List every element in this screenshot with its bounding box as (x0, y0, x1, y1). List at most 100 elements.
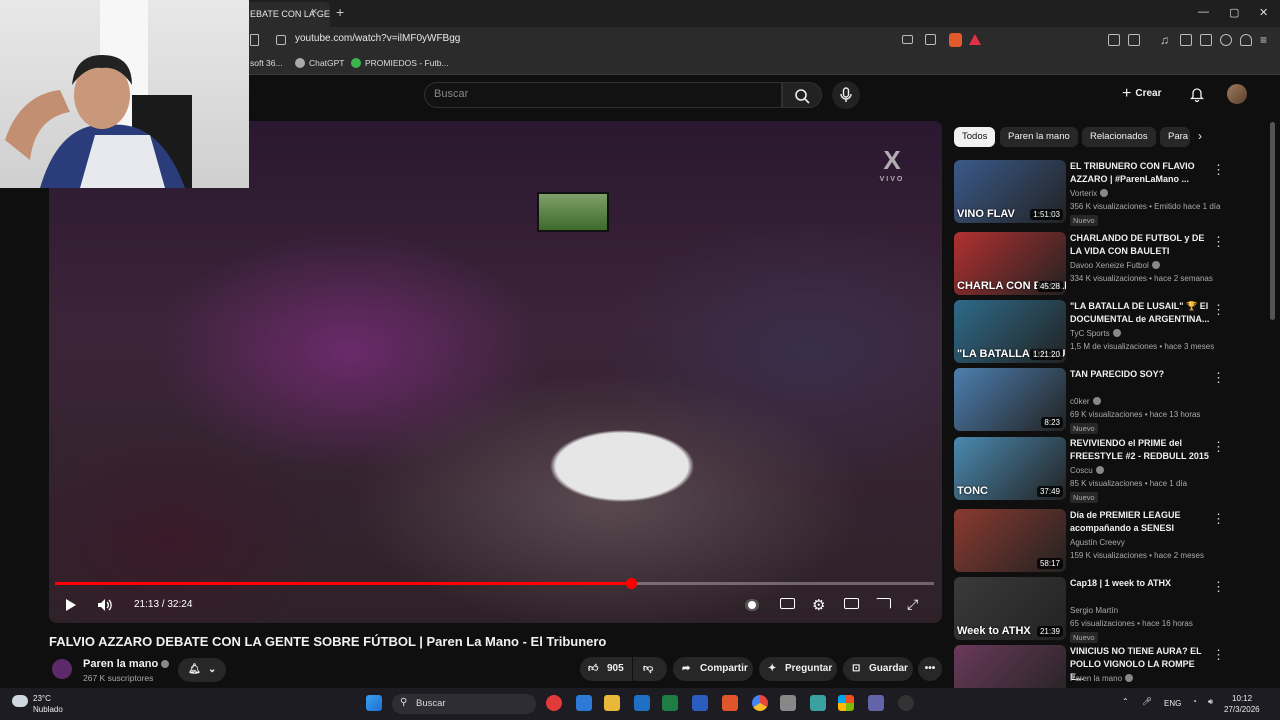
video-thumbnail[interactable]: VINO FLAV 1:51:03 (954, 160, 1066, 223)
weather-desc[interactable]: Nublado (33, 705, 63, 714)
voice-search-button[interactable] (832, 81, 860, 109)
chip-paren-la-mano[interactable]: Paren la mano (1000, 127, 1078, 147)
outlook-icon[interactable] (634, 695, 650, 711)
recommendation-title[interactable]: Día de PREMIER LEAGUE acompañando a SENE… (1070, 509, 1210, 535)
recommendation-title[interactable]: TAN PARECIDO SOY? (1070, 368, 1210, 381)
taskbar-search[interactable] (392, 694, 536, 714)
fullscreen-button[interactable]: ⤢ (907, 596, 918, 613)
share-button[interactable]: ➦ Compartir (673, 657, 753, 681)
speaker-icon[interactable]: 🔊︎ (1208, 697, 1213, 707)
more-vert-icon[interactable]: ⋮ (1212, 234, 1225, 250)
bookmark-icon[interactable] (250, 34, 259, 46)
chip-para[interactable]: Para (1160, 127, 1190, 147)
recommendation-title[interactable]: REVIVIENDO el PRIME del FREESTYLE #2 - R… (1070, 437, 1210, 463)
wifi-icon[interactable]: ◔ (1192, 697, 1197, 706)
vscode-icon[interactable] (576, 695, 592, 711)
brave-icon[interactable] (722, 695, 738, 711)
like-button[interactable]: 👍︎ 905 (580, 657, 632, 681)
recommendation-item[interactable]: 8:23 TAN PARECIDO SOY? c0ker 69 K visualiza… (954, 368, 1264, 434)
app-icon[interactable] (780, 695, 796, 711)
search-input[interactable]: Buscar (434, 88, 468, 100)
microsoft-store-icon[interactable] (838, 695, 854, 711)
language-indicator[interactable]: ENG (1164, 699, 1181, 708)
microphone-icon[interactable]: 🎤︎ (1142, 697, 1152, 706)
create-button[interactable]: + Crear (1122, 82, 1176, 106)
video-thumbnail[interactable]: "LA BATALLA DE LUSAIL" EL DOCUMEN1:21:20 (954, 300, 1066, 363)
recommendation-channel[interactable]: c0ker (1070, 397, 1101, 406)
recommendation-item[interactable]: 58:17 Día de PREMIER LEAGUE acompañando a… (954, 509, 1264, 573)
more-vert-icon[interactable]: ⋮ (1212, 370, 1225, 386)
clock-date[interactable]: 27/3/2026 (1224, 705, 1260, 714)
bookmark-microsoft[interactable]: soft 36... (250, 58, 283, 68)
recommendation-channel[interactable]: Vorterix (1070, 189, 1109, 198)
vpn-icon[interactable] (1240, 34, 1252, 46)
sidebar-icon[interactable] (1180, 34, 1192, 46)
recommendation-item[interactable]: Week to ATHX 21:39 Cap18 | 1 week to ATHX S… (954, 577, 1264, 643)
recommendation-channel[interactable]: Agustín Creevy (1070, 538, 1125, 547)
miniplayer-button[interactable] (844, 598, 859, 609)
bookmark-promiedos[interactable]: PROMIEDOS - Futb... (351, 58, 449, 68)
save-button[interactable]: ⊡ Guardar (843, 657, 913, 681)
recommendation-title[interactable]: EL TRIBUNERO CON FLAVIO AZZARO | #ParenL… (1070, 160, 1210, 186)
more-vert-icon[interactable]: ⋮ (1212, 647, 1225, 663)
brave-rewards-icon[interactable] (969, 34, 981, 45)
account-avatar[interactable] (1227, 84, 1247, 104)
recommendation-item[interactable]: VINO FLAV 1:51:03 EL TRIBUNERO CON FLAVIO … (954, 160, 1264, 226)
recommendation-channel[interactable]: Davoo Xeneize Futbol (1070, 261, 1160, 270)
recommendation-channel[interactable]: TyC Sports (1070, 329, 1121, 338)
more-vert-icon[interactable]: ⋮ (1212, 579, 1225, 595)
recommendation-channel[interactable]: Coscu (1070, 466, 1104, 475)
dislike-button[interactable]: 👎︎ (633, 657, 667, 681)
video-thumbnail[interactable]: TONC 37:49 (954, 437, 1066, 500)
terminal-icon[interactable] (810, 695, 826, 711)
excel-icon[interactable] (662, 695, 678, 711)
chevron-up-icon[interactable]: ⌃ (1122, 697, 1129, 706)
new-tab-button[interactable]: + (336, 4, 344, 20)
music-icon[interactable]: ♫ (1160, 34, 1172, 46)
notifications-button[interactable] (1189, 86, 1205, 103)
recommendation-channel[interactable]: Sergio Martín (1070, 606, 1118, 615)
more-vert-icon[interactable]: ⋮ (1212, 439, 1225, 455)
reader-icon[interactable] (1200, 34, 1212, 46)
url-input[interactable]: youtube.com/watch?v=ilMF0yWFBgg (295, 33, 460, 44)
channel-name[interactable]: Paren la mano (83, 658, 170, 670)
teams-icon[interactable] (868, 695, 884, 711)
search-box[interactable] (424, 82, 782, 108)
video-thumbnail[interactable]: Week to ATHX 21:39 (954, 577, 1066, 640)
menu-icon[interactable]: ≡ (1260, 33, 1267, 47)
more-vert-icon[interactable]: ⋮ (1212, 302, 1225, 318)
recommendation-title[interactable]: CHARLANDO DE FUTBOL y DE LA VIDA CON BAU… (1070, 232, 1210, 258)
chrome-icon[interactable] (752, 695, 768, 711)
weather-temp[interactable]: 23°C (33, 694, 51, 703)
share-page-icon[interactable] (925, 34, 936, 45)
app-icon-2[interactable] (898, 695, 914, 711)
site-info-icon[interactable] (276, 35, 286, 45)
progress-scrubber[interactable] (626, 578, 637, 589)
more-actions-button[interactable]: ••• (918, 657, 942, 681)
video-thumbnail[interactable]: 8:23 (954, 368, 1066, 431)
video-player[interactable]: X VIVO (49, 121, 942, 623)
more-vert-icon[interactable]: ⋮ (1212, 162, 1225, 178)
windows-start-icon[interactable] (366, 695, 382, 711)
video-thumbnail[interactable]: 58:17 (954, 509, 1066, 572)
recommendation-title[interactable]: "LA BATALLA DE LUSAIL" 🏆 El DOCUMENTAL d… (1070, 300, 1210, 326)
wallet-icon[interactable] (1128, 34, 1140, 46)
play-button[interactable] (64, 597, 78, 616)
volume-button[interactable] (96, 597, 114, 616)
cast-button[interactable] (876, 598, 891, 609)
video-thumbnail[interactable]: CHARLA CON BAULE 45:28 (954, 232, 1066, 295)
close-window-button[interactable]: ✕ (1259, 6, 1268, 19)
tab-close-icon[interactable]: × (311, 6, 317, 18)
chevron-right-icon[interactable]: › (1198, 129, 1202, 143)
recommendation-item[interactable]: CHARLA CON BAULE 45:28 CHARLANDO DE FUTBOL… (954, 232, 1264, 296)
recommendation-item[interactable]: TONC 37:49 REVIVIENDO el PRIME del FREESTY… (954, 437, 1264, 503)
subscription-bell-button[interactable]: 🔔︎ ⌄ (178, 658, 226, 682)
recommendation-item[interactable]: "LA BATALLA DE LUSAIL" EL DOCUMEN1:21:20… (954, 300, 1264, 364)
bookmark-chatgpt[interactable]: ChatGPT (295, 58, 344, 68)
recommendation-title[interactable]: Cap18 | 1 week to ATHX (1070, 577, 1210, 590)
recommendation-channel[interactable]: Paren la mano (1070, 674, 1134, 683)
file-explorer-icon[interactable] (604, 695, 620, 711)
search-button[interactable] (782, 82, 822, 108)
word-icon[interactable] (692, 695, 708, 711)
channel-avatar[interactable] (52, 659, 72, 679)
